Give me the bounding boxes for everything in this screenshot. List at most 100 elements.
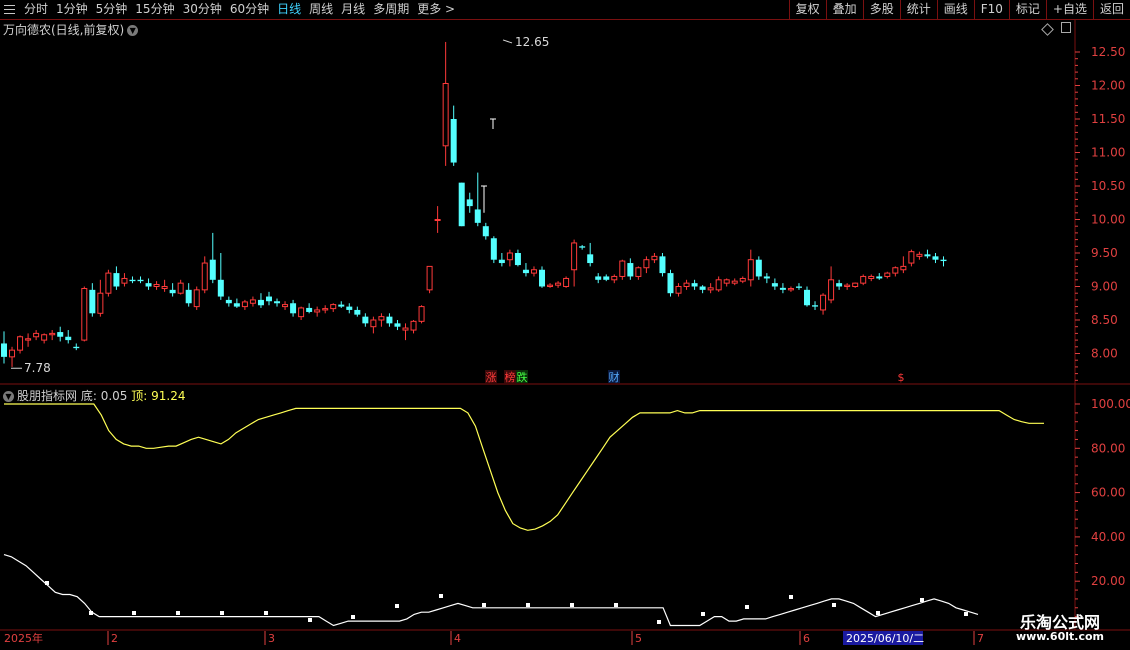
candle-down xyxy=(394,323,401,327)
price-axis-label: 11.00 xyxy=(1091,146,1125,160)
candle-up xyxy=(651,255,658,261)
candle-up xyxy=(868,275,875,279)
candle-up xyxy=(820,294,827,311)
month-label: 2 xyxy=(111,632,118,645)
candle-up xyxy=(249,299,256,304)
candle-down xyxy=(73,346,80,349)
bottom-line-marker xyxy=(220,611,224,615)
bottom-line-marker xyxy=(701,612,705,616)
candle-up xyxy=(555,282,562,286)
bottom-line-marker xyxy=(614,603,618,607)
candle-down xyxy=(659,256,666,274)
candle-down xyxy=(209,259,216,280)
price-axis-label: 11.50 xyxy=(1091,112,1125,126)
month-label: 3 xyxy=(268,632,275,645)
candle-up xyxy=(643,259,650,269)
indicator-title: ▼ 股朋指标网 底: 0.05 顶: 91.24 xyxy=(3,387,185,404)
candle-up xyxy=(201,262,208,291)
candle-down xyxy=(924,254,931,257)
event-marker: $ xyxy=(898,371,905,384)
candle-up xyxy=(17,336,24,351)
bottom-line-marker xyxy=(395,604,399,608)
candle-up xyxy=(161,286,168,290)
candle-up xyxy=(33,332,40,338)
bottom-line-marker xyxy=(526,603,530,607)
candle-up xyxy=(844,284,851,288)
candle-up xyxy=(193,289,200,308)
candle-down xyxy=(667,273,674,294)
candle-up xyxy=(908,251,915,264)
candle-up xyxy=(739,277,746,282)
candle-up xyxy=(723,279,730,284)
candle-up xyxy=(675,286,682,294)
candle-up xyxy=(410,320,417,331)
candle-up xyxy=(530,269,537,274)
bottom-line-marker xyxy=(876,611,880,615)
candle-down xyxy=(755,259,762,277)
bottom-line-marker xyxy=(570,603,574,607)
candle-down xyxy=(812,305,819,307)
low-price-label: 7.78 xyxy=(24,361,51,375)
candle-down xyxy=(386,316,393,324)
candle-up xyxy=(683,282,690,287)
candle-up xyxy=(314,309,321,313)
candle-down xyxy=(274,301,281,304)
candle-up xyxy=(715,279,722,291)
chevron-down-icon[interactable]: ▼ xyxy=(3,391,14,402)
event-marker: 涨 xyxy=(486,371,497,384)
month-label: 4 xyxy=(454,632,461,645)
chevron-down-icon[interactable]: ▼ xyxy=(127,25,139,36)
candle-down xyxy=(65,336,72,341)
price-axis-label: 12.00 xyxy=(1091,79,1125,93)
bottom-line-marker xyxy=(264,611,268,615)
candle-up xyxy=(619,260,626,277)
price-axis-label: 8.00 xyxy=(1091,347,1118,361)
candle-up xyxy=(611,275,618,281)
candle-down xyxy=(932,256,939,260)
candle-up xyxy=(49,332,56,336)
candle-down xyxy=(498,259,505,264)
candle-up xyxy=(41,334,48,341)
indicator-axis-label: 100.00 xyxy=(1091,397,1130,411)
candle-up xyxy=(563,277,570,287)
candle-up xyxy=(571,242,578,271)
year-label: 2025年 xyxy=(4,631,43,645)
candle-down xyxy=(940,259,947,262)
bottom-line-marker xyxy=(832,603,836,607)
price-axis-label: 9.50 xyxy=(1091,246,1118,260)
bottom-line-marker xyxy=(789,595,793,599)
indicator-name: 股朋指标网 xyxy=(17,389,78,403)
high-arrow xyxy=(502,39,513,44)
kline-chart[interactable]: 12.50 12.00 11.50 11.00 10.50 10.00 9.50 9.00 8.… xyxy=(0,0,1130,650)
price-axis-label: 9.00 xyxy=(1091,280,1118,294)
month-label: 7 xyxy=(977,632,984,645)
indicator-axis-labels: 100.00 80.00 60.00 40.00 20.00 xyxy=(1075,397,1130,618)
candle-up xyxy=(177,282,184,294)
candle-up xyxy=(892,267,899,274)
indicator-axis-label: 40.00 xyxy=(1091,530,1125,544)
candle-up xyxy=(916,253,923,257)
panel-zoom-icon[interactable] xyxy=(1061,22,1071,33)
event-marker: 跌 xyxy=(517,370,528,384)
candle-down xyxy=(450,119,457,163)
candle-down xyxy=(145,283,152,287)
candle-down xyxy=(257,299,264,306)
candle-up xyxy=(121,277,128,284)
candle-down xyxy=(763,276,770,279)
candle-up xyxy=(506,252,513,261)
candle-down xyxy=(691,283,698,287)
candle-up xyxy=(330,304,337,310)
indicator-lines xyxy=(3,403,1044,627)
candle-up xyxy=(81,288,88,341)
candle-up xyxy=(97,292,104,314)
candle-down xyxy=(795,286,802,288)
candle-down xyxy=(265,296,272,302)
watermark-url: www.60lt.com xyxy=(1015,630,1104,643)
candle-up xyxy=(426,265,433,291)
candle-up xyxy=(731,280,738,284)
bottom-line-marker xyxy=(439,594,443,598)
candle-up xyxy=(442,82,449,147)
candle-up xyxy=(402,327,409,331)
candle-up xyxy=(418,306,425,322)
candle-down xyxy=(233,303,240,307)
